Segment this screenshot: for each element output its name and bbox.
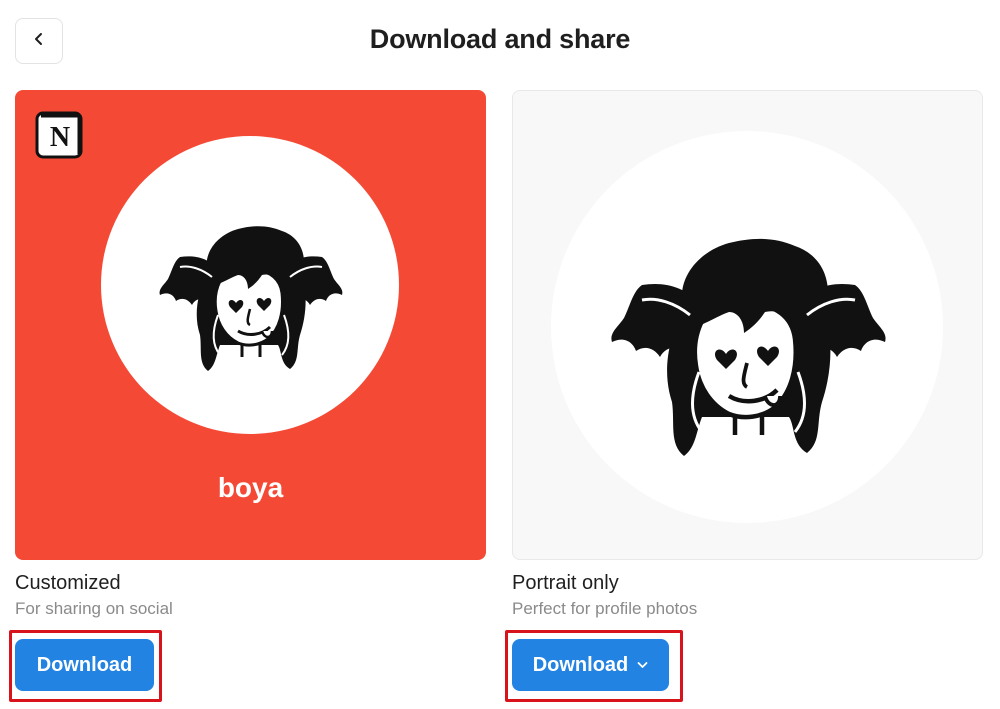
- chevron-down-icon: [637, 661, 648, 669]
- customized-subtitle: For sharing on social: [15, 599, 173, 618]
- profile-name: boya: [217, 472, 284, 503]
- download-customized-button[interactable]: Download: [15, 639, 154, 691]
- portrait-title: Portrait only: [512, 572, 619, 594]
- portrait-preview-card: [512, 90, 983, 560]
- portrait-illustration: [158, 224, 344, 373]
- download-button-label: Download: [36, 653, 133, 676]
- download-button-label: Download: [532, 653, 629, 676]
- portrait-illustration: [597, 177, 897, 477]
- portrait-subtitle: Perfect for profile photos: [512, 599, 698, 618]
- notion-logo-icon: N: [35, 110, 85, 160]
- customized-title: Customized: [15, 572, 121, 594]
- avatar-circle: [551, 131, 943, 523]
- download-portrait-button[interactable]: Download: [512, 639, 669, 691]
- svg-text:N: N: [50, 122, 70, 153]
- customized-preview-card: N boya: [15, 90, 486, 560]
- page-title: Download and share: [369, 24, 631, 54]
- avatar-circle: [101, 136, 399, 434]
